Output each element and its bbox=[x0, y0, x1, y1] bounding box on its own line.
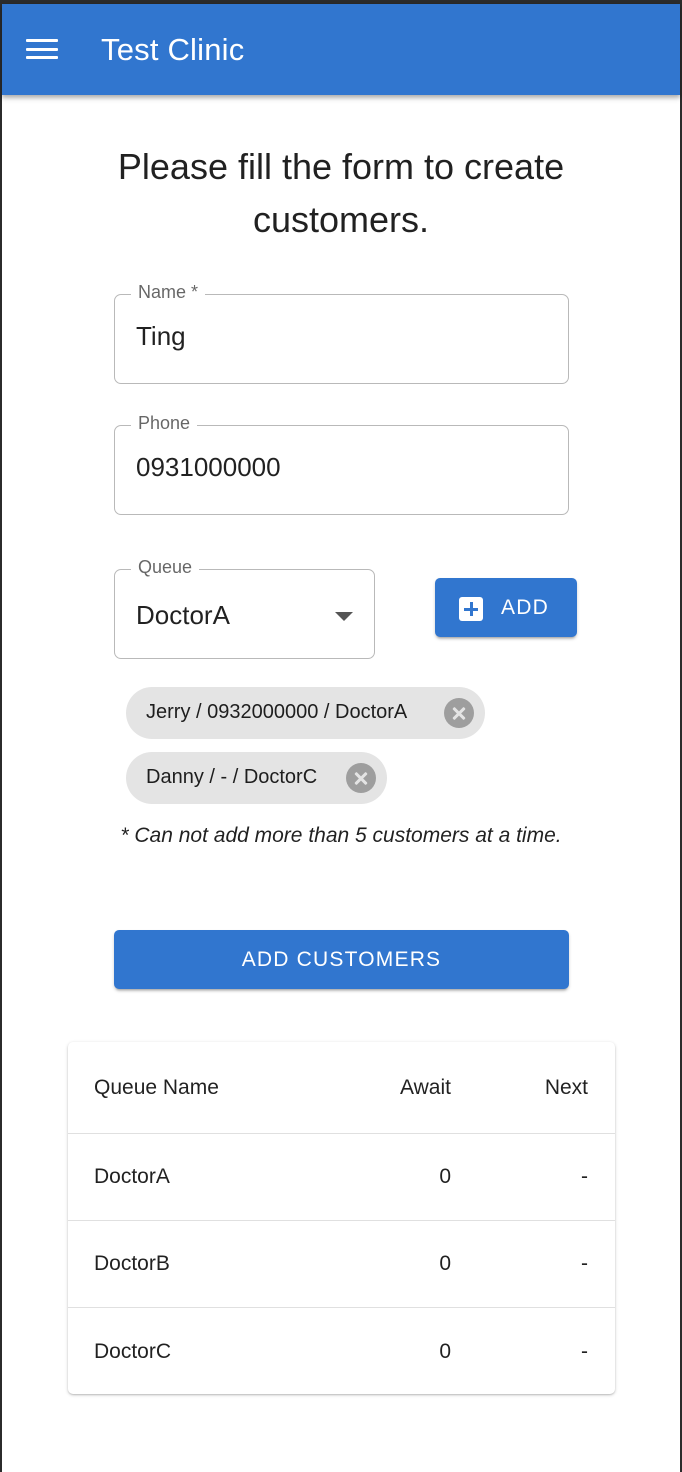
queue-select[interactable]: Queue DoctorA bbox=[114, 557, 375, 659]
customer-chip: Jerry / 0932000000 / DoctorA bbox=[126, 687, 485, 739]
hamburger-menu-icon[interactable] bbox=[26, 37, 58, 61]
await-cell: 0 bbox=[439, 1339, 451, 1363]
customer-chip: Danny / - / DoctorC bbox=[126, 752, 387, 804]
app-bar: Test Clinic bbox=[2, 4, 680, 95]
remove-chip-icon[interactable] bbox=[444, 698, 474, 728]
next-cell: - bbox=[581, 1252, 588, 1275]
header-next: Next bbox=[544, 1075, 588, 1099]
add-button-label: ADD bbox=[501, 596, 549, 619]
phone-field[interactable]: Phone bbox=[114, 413, 569, 515]
table-row: DoctorB 0 - bbox=[68, 1221, 615, 1308]
phone-field-label: Phone bbox=[131, 413, 198, 434]
name-field[interactable]: Name * bbox=[114, 282, 569, 384]
page-heading: Please fill the form to create customers… bbox=[117, 146, 565, 240]
table-row: DoctorC 0 - bbox=[68, 1308, 615, 1395]
add-customers-button[interactable]: ADD CUSTOMERS bbox=[114, 930, 569, 989]
queue-name-cell: DoctorB bbox=[94, 1252, 170, 1275]
await-cell: 0 bbox=[439, 1252, 451, 1275]
name-input[interactable] bbox=[136, 321, 536, 352]
phone-input[interactable] bbox=[136, 452, 536, 483]
header-queue-name: Queue Name bbox=[94, 1075, 219, 1099]
limit-note: * Can not add more than 5 customers at a… bbox=[120, 824, 562, 847]
table-header-row: Queue Name Await Next bbox=[68, 1042, 615, 1134]
dropdown-arrow-icon bbox=[335, 612, 353, 621]
await-cell: 0 bbox=[439, 1165, 451, 1188]
table-row: DoctorA 0 - bbox=[68, 1134, 615, 1221]
header-await: Await bbox=[400, 1075, 451, 1099]
customer-chip-label: Jerry / 0932000000 / DoctorA bbox=[146, 701, 408, 723]
queue-name-cell: DoctorA bbox=[94, 1165, 170, 1188]
next-cell: - bbox=[581, 1339, 588, 1363]
customer-chip-label: Danny / - / DoctorC bbox=[146, 766, 318, 788]
add-box-icon bbox=[459, 597, 483, 621]
app-title: Test Clinic bbox=[101, 32, 245, 67]
next-cell: - bbox=[581, 1165, 588, 1188]
remove-chip-icon[interactable] bbox=[346, 763, 376, 793]
add-customer-button[interactable]: ADD bbox=[435, 578, 577, 637]
queue-table: Queue Name Await Next DoctorA 0 - Doctor… bbox=[68, 1042, 615, 1394]
queue-select-value: DoctorA bbox=[136, 600, 230, 630]
name-field-label: Name * bbox=[131, 282, 206, 303]
queue-name-cell: DoctorC bbox=[94, 1339, 172, 1363]
queue-select-label: Queue bbox=[131, 557, 200, 578]
